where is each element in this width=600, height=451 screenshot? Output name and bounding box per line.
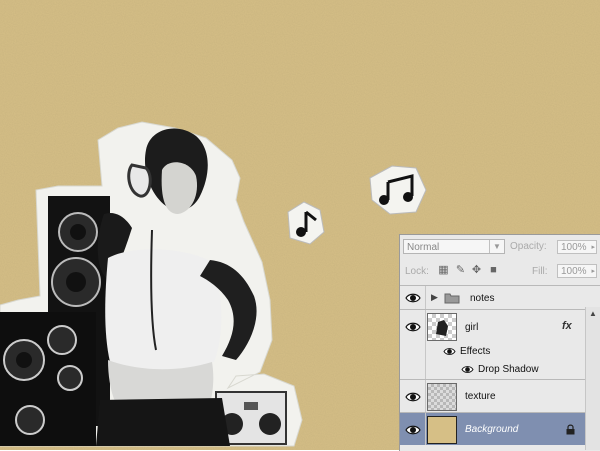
- expand-arrow-icon[interactable]: ▶: [431, 292, 438, 303]
- layer-name-girl: girl: [465, 322, 479, 333]
- opacity-label: Opacity:: [510, 241, 547, 252]
- eye-icon[interactable]: [405, 423, 421, 437]
- lock-all-icon[interactable]: ■: [488, 265, 499, 276]
- eye-icon[interactable]: [405, 390, 421, 404]
- scroll-up-arrow-icon[interactable]: ▲: [589, 309, 597, 318]
- fill-value: 100%: [561, 266, 587, 277]
- eye-icon[interactable]: [443, 346, 456, 357]
- fx-icon[interactable]: fx: [562, 320, 572, 332]
- eye-icon[interactable]: [405, 291, 421, 305]
- chevron-down-icon: ▼: [489, 240, 504, 253]
- drop-shadow-label: Drop Shadow: [478, 364, 539, 375]
- fill-input[interactable]: 100% ▸: [557, 264, 597, 278]
- layers-scrollbar[interactable]: ▲: [585, 307, 600, 450]
- chevron-right-icon: ▸: [591, 244, 595, 251]
- lock-transparent-icon[interactable]: ▦: [438, 265, 449, 276]
- fill-label: Fill:: [532, 266, 548, 277]
- eye-icon[interactable]: [405, 320, 421, 334]
- chevron-right-icon: ▸: [591, 268, 595, 275]
- layer-row-drop-shadow[interactable]: Drop Shadow: [400, 361, 600, 379]
- eye-icon[interactable]: [461, 364, 474, 375]
- layer-row-texture[interactable]: texture: [400, 379, 600, 412]
- layer-thumbnail-texture: [427, 383, 457, 411]
- layer-thumbnail-girl: [427, 313, 457, 341]
- lock-icon: [566, 424, 575, 435]
- lock-label: Lock:: [405, 266, 429, 277]
- folder-icon: [444, 293, 460, 304]
- layer-row-background[interactable]: Background: [400, 412, 600, 445]
- blend-mode-select[interactable]: Normal ▼: [403, 239, 505, 254]
- opacity-input[interactable]: 100% ▸: [557, 240, 597, 254]
- layer-name-background: Background: [465, 424, 519, 435]
- blend-mode-value: Normal: [407, 242, 440, 253]
- lock-move-icon[interactable]: ✥: [471, 265, 482, 276]
- blend-row: Normal ▼ Opacity: 100% ▸: [400, 235, 600, 259]
- layer-thumbnail-background: [427, 416, 457, 444]
- effects-label: Effects: [460, 346, 491, 357]
- layer-row-girl[interactable]: girl fx: [400, 309, 600, 343]
- layer-row-effects[interactable]: Effects: [400, 343, 600, 361]
- layer-row-notes[interactable]: ▶ notes: [400, 285, 600, 309]
- layer-name-notes: notes: [470, 293, 495, 304]
- opacity-value: 100%: [561, 242, 587, 253]
- layers-panel: Normal ▼ Opacity: 100% ▸ Lock: ▦ ✎ ✥ ■ F…: [399, 234, 600, 451]
- layer-name-texture: texture: [465, 391, 496, 402]
- lock-brush-icon[interactable]: ✎: [455, 265, 466, 276]
